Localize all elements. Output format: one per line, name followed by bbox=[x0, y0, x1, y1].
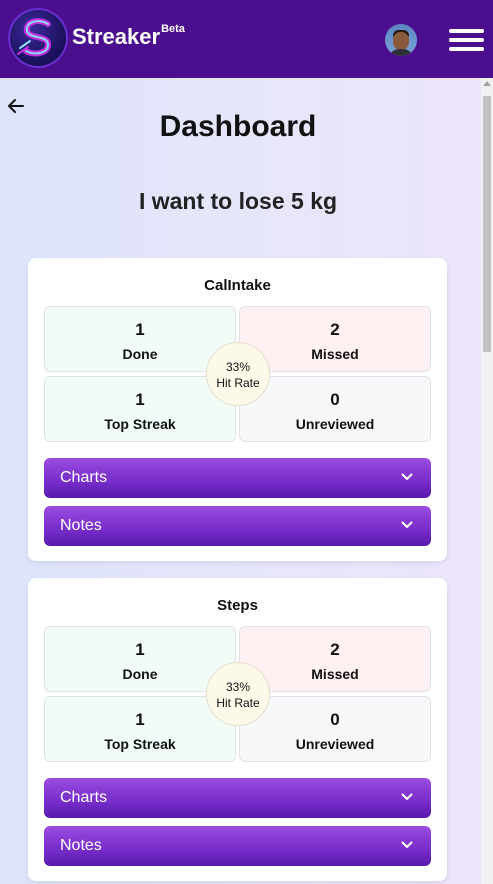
dashboard-content: Dashboard I want to lose 5 kg CalIntake … bbox=[0, 78, 481, 884]
chevron-down-icon bbox=[401, 521, 413, 529]
notes-accordion[interactable]: Notes bbox=[44, 826, 431, 866]
charts-accordion[interactable]: Charts bbox=[44, 778, 431, 818]
streaker-logo-icon[interactable] bbox=[8, 8, 68, 68]
habit-name: CalIntake bbox=[204, 277, 271, 294]
habit-name: Steps bbox=[217, 597, 258, 614]
hamburger-menu-icon[interactable] bbox=[449, 29, 484, 51]
scroll-up-arrow-icon[interactable] bbox=[483, 81, 491, 86]
chevron-down-icon bbox=[401, 473, 413, 481]
user-avatar[interactable] bbox=[385, 24, 417, 56]
scrollbar-thumb[interactable] bbox=[483, 96, 491, 352]
page-title: Dashboard bbox=[159, 110, 317, 143]
hit-rate-badge: 33% Hit Rate bbox=[206, 342, 270, 406]
goal-text: I want to lose 5 kg bbox=[138, 188, 338, 214]
chevron-down-icon bbox=[401, 841, 413, 849]
chevron-down-icon bbox=[401, 793, 413, 801]
notes-accordion[interactable]: Notes bbox=[44, 506, 431, 546]
hit-rate-badge: 33% Hit Rate bbox=[206, 662, 270, 726]
brand-name[interactable]: StreakerBeta bbox=[72, 22, 185, 50]
habit-card-calintake: CalIntake 1 Done 2 Missed 1 Top Streak 0 Unr… bbox=[28, 258, 447, 561]
charts-accordion[interactable]: Charts bbox=[44, 458, 431, 498]
beta-badge: Beta bbox=[161, 22, 185, 35]
vertical-scrollbar[interactable] bbox=[481, 78, 493, 884]
habit-card-steps: Steps 1 Done 2 Missed 1 Top Streak 0 Unrevie… bbox=[28, 578, 447, 881]
top-navbar: StreakerBeta bbox=[0, 0, 493, 78]
